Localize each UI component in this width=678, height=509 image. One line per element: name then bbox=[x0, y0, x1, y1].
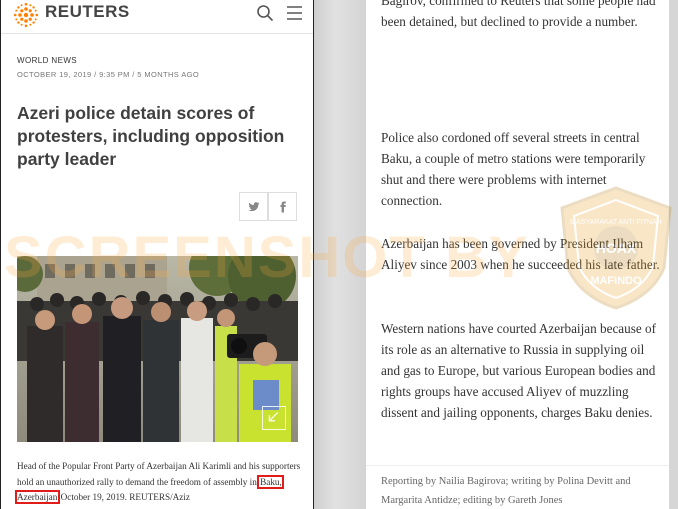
caption-text: Head of the Popular Front Party of Azerb… bbox=[17, 461, 301, 487]
paragraph: Western nations have courted Azerbaijan … bbox=[381, 321, 657, 420]
paragraph: Police also cordoned off several streets… bbox=[381, 130, 646, 208]
section-label[interactable]: WORLD NEWS bbox=[17, 56, 77, 65]
paragraph: Azerbaijan has been governed by Presiden… bbox=[381, 236, 660, 272]
right-article-panel: Bagirov, confirmed to Reuters that some … bbox=[366, 0, 669, 509]
top-bar: REUTERS bbox=[1, 0, 313, 34]
article-headline: Azeri police detain scores of protesters… bbox=[17, 103, 285, 169]
paragraph: Bagirov, confirmed to Reuters that some … bbox=[381, 0, 656, 29]
reporting-credits: Reporting by Nailia Bagirova; writing by… bbox=[381, 476, 631, 506]
menu-icon[interactable] bbox=[286, 5, 303, 21]
reuters-logo-icon[interactable] bbox=[13, 2, 39, 28]
left-article-panel: REUTERS WORLD NEWS OCTOBER 19, 2019 / 9:… bbox=[0, 0, 314, 509]
protest-photo-image bbox=[17, 256, 298, 442]
article-photo[interactable] bbox=[17, 256, 298, 442]
dateline: OCTOBER 19, 2019 / 9:35 PM / 5 MONTHS AG… bbox=[17, 70, 200, 79]
caption-text-end: October 19, 2019. REUTERS/Aziz bbox=[58, 492, 190, 502]
twitter-icon bbox=[248, 202, 260, 212]
search-icon[interactable] bbox=[256, 4, 274, 22]
screen-edge bbox=[669, 0, 678, 509]
divider bbox=[366, 465, 669, 466]
photo-caption: Head of the Popular Front Party of Azerb… bbox=[15, 459, 303, 506]
twitter-share-button[interactable] bbox=[239, 192, 268, 221]
brand-name[interactable]: REUTERS bbox=[45, 2, 130, 22]
panel-divider bbox=[314, 0, 366, 509]
facebook-icon bbox=[280, 201, 286, 213]
expand-icon[interactable] bbox=[262, 406, 286, 430]
facebook-share-button[interactable] bbox=[268, 192, 297, 221]
